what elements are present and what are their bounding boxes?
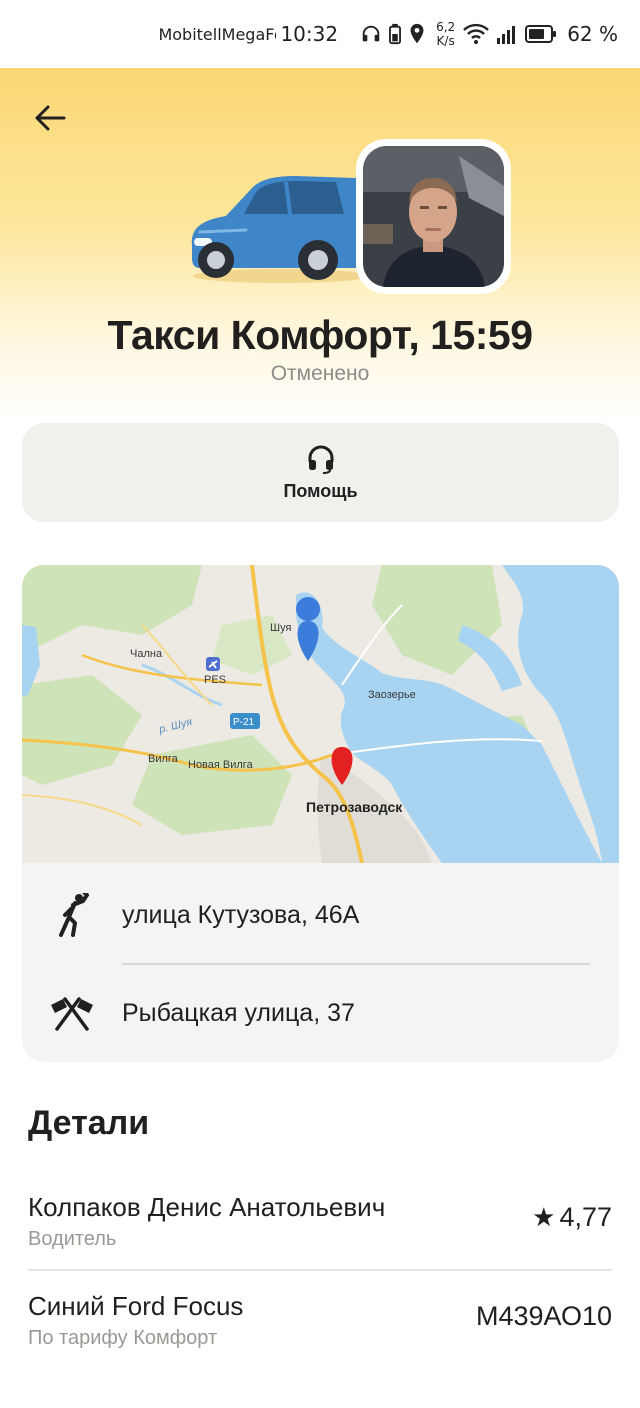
star-icon: ★: [532, 1202, 556, 1232]
help-label: Помощь: [283, 481, 358, 501]
speed-value: 6,2: [436, 20, 456, 34]
walking-person-icon: [22, 893, 122, 937]
details-divider: [28, 1269, 612, 1271]
ride-title: Такси Комфорт, 15:59: [107, 312, 533, 358]
status-bar: MobitellMegaFon 10:32 6,2 K/s 62 %: [0, 0, 640, 68]
car-row[interactable]: Синий Ford Focus По тарифу Комфорт М439А…: [28, 1291, 612, 1371]
car-description: Синий Ford Focus: [28, 1291, 244, 1321]
map-label-road: Р-21: [233, 717, 255, 728]
ride-status: Отменено: [270, 362, 370, 385]
wifi-icon: [463, 23, 490, 45]
rating-value: 4,77: [559, 1202, 612, 1232]
status-time: 10:32: [280, 22, 339, 46]
map-label-zaozerye: Заозерье: [368, 689, 416, 701]
details-title: Детали: [28, 1104, 150, 1142]
map-label-petrozavodsk: Петрозаводск: [306, 799, 403, 815]
driver-role: Водитель: [28, 1228, 117, 1250]
help-button[interactable]: Помощь: [22, 423, 619, 522]
map-label-novaya-vilga: Новая Вилга: [188, 759, 254, 771]
driver-rating: ★ 4,77: [532, 1202, 612, 1233]
network-speed: 6,2 K/s: [436, 20, 455, 48]
driver-name: Колпаков Денис Анатольевич: [28, 1192, 386, 1222]
speed-unit: K/s: [436, 34, 455, 48]
battery-saver-icon: [388, 23, 402, 45]
route-end-point[interactable]: Рыбацкая улица, 37: [22, 965, 619, 1061]
driver-avatar: [363, 146, 504, 287]
route-start-point[interactable]: улица Кутузова, 46А: [22, 867, 619, 963]
battery-percent: 62 %: [567, 22, 618, 46]
map-label-vilga: Вилга: [148, 753, 179, 765]
map-label-chalna: Чална: [130, 648, 163, 660]
headset-icon: [308, 445, 333, 474]
map-label-pes: PES: [204, 674, 226, 686]
map-label-shuya: Шуя: [270, 622, 291, 634]
driver-row[interactable]: Колпаков Денис Анатольевич Водитель ★ 4,…: [28, 1192, 612, 1272]
route-start-address: улица Кутузова, 46А: [122, 900, 360, 929]
car-tariff: По тарифу Комфорт: [28, 1327, 218, 1349]
finish-flags-icon: [22, 995, 122, 1031]
arrow-left-icon: [35, 105, 66, 131]
back-button[interactable]: [26, 96, 74, 140]
car-illustration: [186, 168, 376, 284]
location-icon: [408, 23, 426, 45]
battery-icon: [525, 24, 557, 44]
carrier-name: MobitellMegaFon: [158, 24, 276, 44]
route-map[interactable]: Шуя Чална PES Заозерье р. Шуя Р-21 Вилга…: [22, 565, 619, 864]
headphones-icon: [360, 23, 382, 45]
driver-photo: [356, 139, 511, 294]
route-end-address: Рыбацкая улица, 37: [122, 998, 355, 1027]
cellular-signal-icon: [495, 23, 519, 45]
route-card: Шуя Чална PES Заозерье р. Шуя Р-21 Вилга…: [22, 565, 619, 1062]
car-plate: М439АО10: [476, 1301, 612, 1331]
